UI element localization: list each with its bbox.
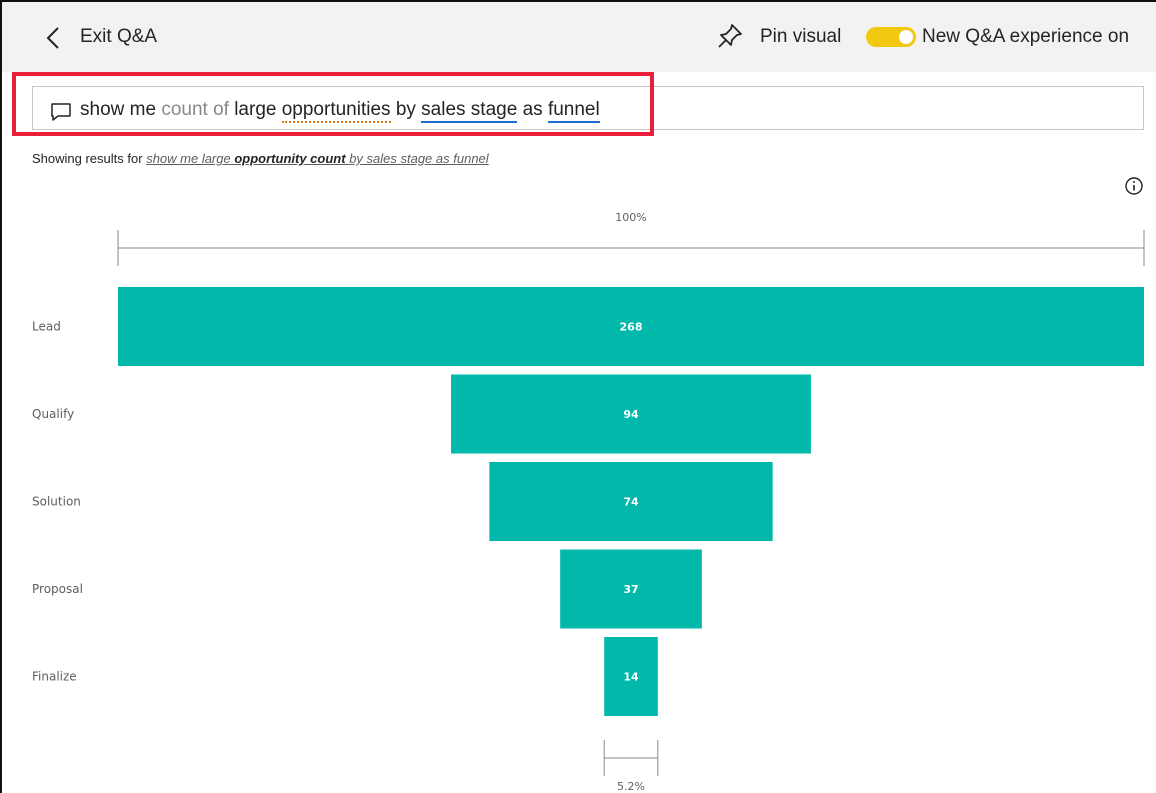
- funnel-bar-value: 268: [620, 321, 643, 334]
- funnel-bar-value: 74: [623, 496, 639, 509]
- funnel-bar-value: 37: [623, 583, 638, 596]
- funnel-bar-value: 14: [623, 671, 639, 684]
- restated-bold: opportunity count: [234, 151, 346, 166]
- toggle-knob: [899, 30, 913, 44]
- funnel-category-label: Solution: [32, 495, 81, 509]
- toggle-label: New Q&A experience on: [922, 26, 1130, 47]
- restated-part1: show me large: [146, 151, 231, 166]
- funnel-category-label: Lead: [32, 320, 61, 334]
- bottom-percent-label: 5.2%: [617, 780, 645, 793]
- funnel-category-label: Qualify: [32, 407, 74, 421]
- restated-part2: by sales stage as funnel: [349, 151, 489, 166]
- top-percent-label: 100%: [615, 211, 646, 224]
- highlight-annotation-box: [12, 72, 654, 136]
- new-qna-toggle[interactable]: [866, 27, 916, 47]
- chevron-left-icon[interactable]: [42, 24, 66, 52]
- funnel-chart: 100% 268 Lead 94 Qualify 74 Solution 37 Proposal…: [32, 211, 1145, 793]
- pin-icon[interactable]: [716, 22, 744, 50]
- showing-results-line: Showing results for show me large opport…: [32, 151, 489, 166]
- pin-visual-button[interactable]: Pin visual: [760, 26, 841, 48]
- restated-question-link[interactable]: show me large opportunity count by sales…: [146, 151, 488, 166]
- exit-qna-button[interactable]: Exit Q&A: [80, 26, 157, 48]
- showing-results-prefix: Showing results for: [32, 151, 143, 166]
- funnel-category-label: Finalize: [32, 670, 77, 684]
- funnel-category-label: Proposal: [32, 582, 83, 596]
- funnel-bar-value: 94: [623, 408, 639, 421]
